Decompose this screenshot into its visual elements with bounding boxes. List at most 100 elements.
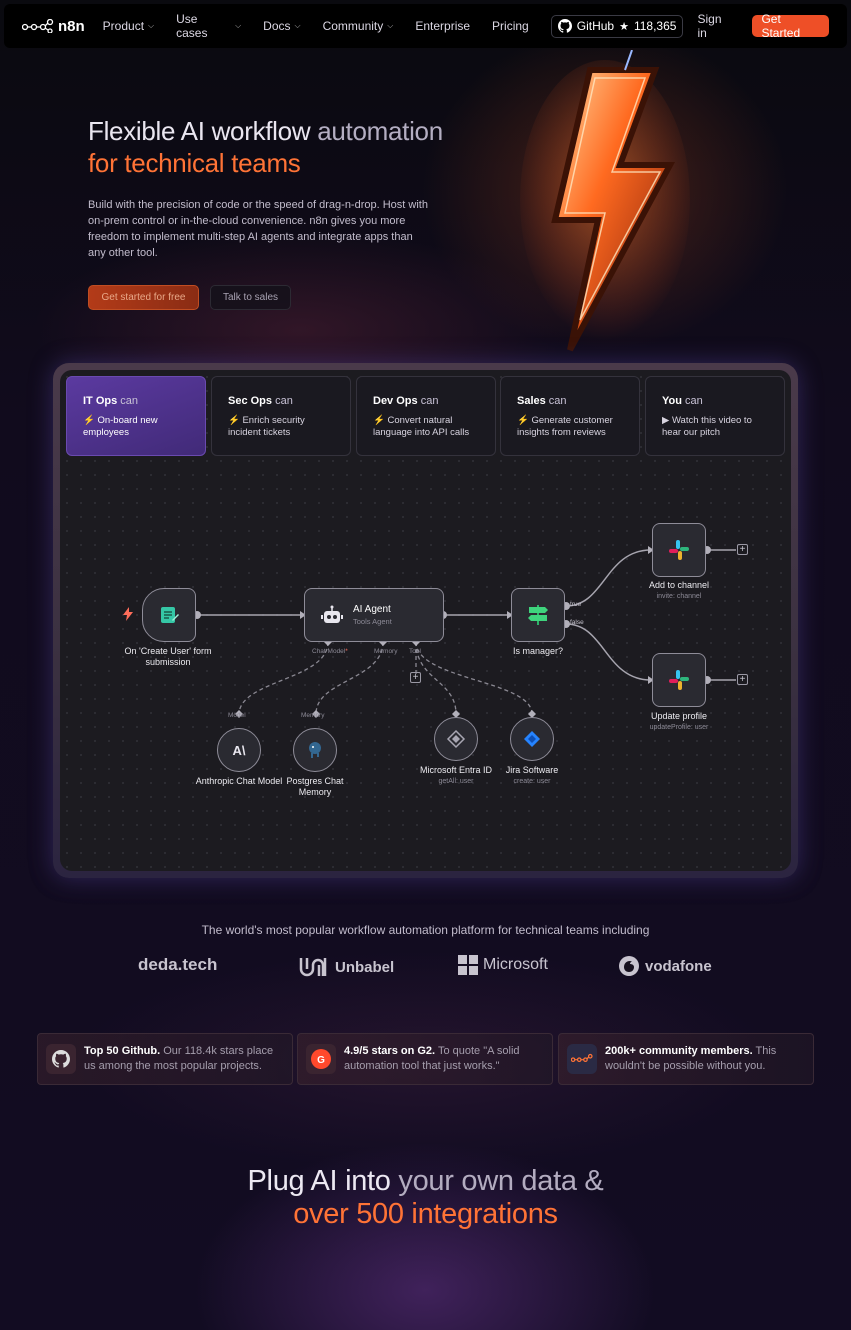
stat-strong: 200k+ community members. — [605, 1045, 753, 1057]
trigger-node-label: On 'Create User' form submission — [124, 646, 212, 667]
n8n-logo[interactable]: n8n — [22, 18, 85, 35]
form-icon — [161, 607, 179, 623]
nav-use-cases-label: Use cases — [176, 12, 208, 40]
ai-agent-node[interactable]: AI Agent Tools Agent — [304, 588, 444, 642]
jira-icon — [524, 731, 540, 747]
integrations-headline-line2: over 500 integrations — [293, 1198, 558, 1230]
anthropic-chat-model-node[interactable]: A\ — [217, 728, 261, 772]
switch-node-label: Is manager? — [512, 646, 564, 656]
hero-title-part1: Flexible AI workflow — [88, 116, 311, 146]
lightning-bolt-illustration — [520, 50, 690, 352]
postgres-node-label: Postgres Chat Memory — [286, 776, 344, 797]
port-tool: Tool — [409, 648, 421, 655]
stat-g2[interactable]: G 4.9/5 stars on G2. To quote "A solid a… — [297, 1033, 553, 1085]
hero-title-line2: for technical teams — [88, 148, 301, 178]
trigger-bolt-icon — [123, 607, 133, 621]
anthropic-icon: A\ — [232, 742, 246, 758]
microsoft-entra-id-node[interactable] — [434, 717, 478, 761]
slack-add-to-channel-node[interactable] — [652, 523, 706, 577]
model-port-label: Model — [228, 712, 246, 719]
switch-node-is-manager[interactable] — [511, 588, 565, 642]
signpost-icon — [528, 605, 548, 625]
integrations-headline-part1: Plug AI into — [247, 1165, 391, 1197]
nav-enterprise-label: Enterprise — [415, 19, 471, 33]
slack-icon — [669, 670, 689, 690]
github-stars-button[interactable]: GitHub ★ 118,365 — [550, 14, 684, 38]
entra-id-icon — [446, 729, 466, 749]
postgres-icon — [309, 742, 321, 758]
postgres-chat-memory-node[interactable] — [293, 728, 337, 772]
svg-text:G: G — [317, 1055, 325, 1066]
port-chat-model: Chat Model* — [312, 648, 348, 655]
stat-github[interactable]: Top 50 Github. Our 118.4k stars place us… — [37, 1033, 293, 1085]
memory-port-label: Memory — [301, 712, 325, 719]
slack-add-to-channel-label: Add to channel — [648, 580, 710, 590]
nav-docs-label: Docs — [263, 19, 291, 33]
brand-name: Microsoft — [483, 956, 548, 973]
switch-true-label: true — [570, 601, 582, 608]
workflow-canvas: IT Ops can ⚡ On-board new employees Sec … — [60, 370, 791, 871]
slack-update-profile-node[interactable] — [652, 653, 706, 707]
vodafone-logo-icon — [619, 956, 639, 976]
stat-community[interactable]: 200k+ community members. This wouldn't b… — [558, 1033, 814, 1085]
nav-enterprise[interactable]: Enterprise — [415, 19, 470, 33]
g2-icon: G — [306, 1044, 336, 1074]
slack-update-profile-sublabel: updateProfile: user — [649, 724, 709, 731]
trigger-node-create-user-form[interactable] — [142, 588, 196, 642]
nav-product-label: Product — [102, 19, 145, 33]
nav-use-cases[interactable]: Use cases ⌵ — [176, 12, 241, 40]
nav-community[interactable]: Community ⌵ — [323, 19, 394, 33]
logo-text: n8n — [58, 17, 85, 35]
add-tool-button[interactable]: + — [410, 672, 421, 683]
brand-unbabel: Unbabel — [298, 955, 394, 979]
unbabel-logo-icon — [299, 958, 327, 977]
chevron-down-icon: ⌵ — [294, 21, 301, 30]
n8n-logo-icon — [22, 19, 54, 33]
star-icon: ★ — [619, 20, 629, 33]
integrations-headline-part2: your own data & — [390, 1165, 604, 1197]
brand-name: deda.tech — [138, 955, 218, 974]
brand-microsoft: Microsoft — [458, 955, 548, 975]
chevron-down-icon: ⌵ — [148, 21, 155, 30]
nav-community-label: Community — [322, 19, 384, 33]
nav-pricing[interactable]: Pricing — [492, 19, 529, 33]
stat-community-text: 200k+ community members. This wouldn't b… — [605, 1044, 805, 1074]
sign-in-link[interactable]: Sign in — [697, 12, 732, 40]
jira-node-label: Jira Software — [505, 765, 559, 775]
add-node-button[interactable]: + — [737, 544, 748, 555]
top-navigation: n8n Product ⌵ Use cases ⌵ Docs ⌵ Community ⌵… — [4, 4, 847, 48]
github-icon — [557, 19, 572, 33]
stat-strong: Top 50 Github. — [84, 1045, 161, 1057]
port-chat-model-label: Chat Model — [312, 648, 346, 655]
nav-pricing-label: Pricing — [492, 19, 529, 33]
get-started-free-button[interactable]: Get started for free — [88, 285, 199, 310]
github-star-count: 118,365 — [633, 19, 677, 33]
github-label: GitHub — [576, 19, 615, 33]
add-node-button[interactable]: + — [737, 674, 748, 685]
ai-agent-label: AI Agent — [353, 604, 391, 615]
nav-product[interactable]: Product ⌵ — [103, 19, 154, 33]
brand-deda-tech: deda.tech — [138, 955, 217, 975]
port-memory: Memory — [374, 648, 398, 655]
chevron-down-icon: ⌵ — [235, 21, 242, 30]
talk-to-sales-button[interactable]: Talk to sales — [210, 285, 291, 310]
integrations-headline: Plug AI into your own data & over 500 in… — [0, 1165, 851, 1231]
slack-add-to-channel-sublabel: invite: channel — [656, 593, 702, 600]
hero-title-part2: automation — [310, 116, 443, 146]
hero-title: Flexible AI workflow automation for tech… — [88, 115, 443, 179]
brand-name: vodafone — [645, 957, 712, 975]
robot-icon — [321, 605, 343, 623]
chevron-down-icon: ⌵ — [387, 21, 394, 30]
get-started-button[interactable]: Get Started — [752, 12, 829, 40]
jira-node-sublabel: create: user — [513, 778, 551, 785]
n8n-community-icon — [567, 1044, 597, 1074]
stat-g2-text: 4.9/5 stars on G2. To quote "A solid aut… — [344, 1044, 544, 1074]
microsoft-logo-icon — [458, 955, 478, 975]
brand-vodafone: vodafone — [618, 955, 712, 977]
nav-docs[interactable]: Docs ⌵ — [263, 19, 300, 33]
slack-icon — [669, 540, 689, 560]
ai-agent-sublabel: Tools Agent — [353, 617, 392, 626]
hero-description: Build with the precision of code or the … — [88, 199, 428, 259]
jira-software-node[interactable] — [510, 717, 554, 761]
required-marker: * — [345, 648, 348, 655]
